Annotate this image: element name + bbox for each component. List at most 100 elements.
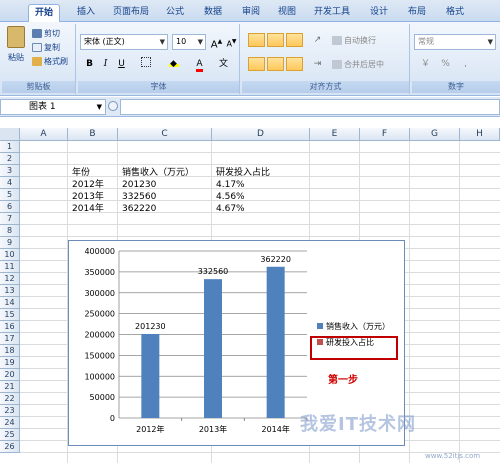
bar-3 xyxy=(266,266,285,418)
cell-d7[interactable]: 4.67% xyxy=(216,203,245,215)
row-header-10[interactable]: 10 xyxy=(0,249,20,261)
paste-button[interactable]: 粘贴 xyxy=(5,26,27,66)
tab-format[interactable]: 格式 xyxy=(440,4,470,22)
row-header-23[interactable]: 23 xyxy=(0,405,20,417)
row-header-24[interactable]: 24 xyxy=(0,417,20,429)
border-icon xyxy=(140,57,151,67)
row-header-5[interactable]: 5 xyxy=(0,189,20,201)
align-middle-button[interactable] xyxy=(267,33,284,47)
font-group-label: 字体 xyxy=(78,81,239,93)
formula-input[interactable] xyxy=(120,99,500,115)
ribbon: 粘贴 剪切 复制 格式刷 剪贴板 宋体 (正文) ▼ 10 ▼ A▲ A▼ B I … xyxy=(0,22,500,96)
row-header-18[interactable]: 18 xyxy=(0,345,20,357)
cell-b5[interactable]: 2012年 xyxy=(72,179,104,191)
tab-page-layout[interactable]: 页面布局 xyxy=(108,4,154,22)
row-header-14[interactable]: 14 xyxy=(0,297,20,309)
indent-icon: ⇥ xyxy=(313,59,322,69)
comma-button[interactable]: , xyxy=(458,57,473,72)
column-header-d[interactable]: D xyxy=(212,128,310,141)
cell-c6[interactable]: 332560 xyxy=(122,191,156,203)
row-header-19[interactable]: 19 xyxy=(0,357,20,369)
column-header-e[interactable]: E xyxy=(310,128,360,141)
row-header-12[interactable]: 12 xyxy=(0,273,20,285)
tab-view[interactable]: 视图 xyxy=(272,4,302,22)
copy-button[interactable]: 复制 xyxy=(32,42,60,53)
column-header-g[interactable]: G xyxy=(410,128,460,141)
row-header-15[interactable]: 15 xyxy=(0,309,20,321)
cell-c7[interactable]: 362220 xyxy=(122,203,156,215)
site-watermark: 我爱IT技术网 xyxy=(300,414,416,435)
tab-review[interactable]: 审阅 xyxy=(236,4,266,22)
row-header-16[interactable]: 16 xyxy=(0,321,20,333)
row-header-17[interactable]: 17 xyxy=(0,333,20,345)
align-left-button[interactable] xyxy=(248,57,265,71)
grow-font-button[interactable]: A▲ xyxy=(209,34,224,50)
select-all-corner[interactable] xyxy=(0,128,20,141)
row-header-7[interactable]: 7 xyxy=(0,213,20,225)
row-header-21[interactable]: 21 xyxy=(0,381,20,393)
row-header-11[interactable]: 11 xyxy=(0,261,20,273)
column-header-f[interactable]: F xyxy=(360,128,410,141)
row-header-25[interactable]: 25 xyxy=(0,429,20,441)
orientation-button[interactable]: ↗ xyxy=(310,33,325,48)
cell-d4[interactable]: 研发投入占比 xyxy=(216,167,270,179)
row-header-3[interactable]: 3 xyxy=(0,165,20,177)
tab-data[interactable]: 数据 xyxy=(198,4,228,22)
row-header-1[interactable]: 1 xyxy=(0,141,20,153)
align-top-button[interactable] xyxy=(248,33,265,47)
paste-icon xyxy=(7,26,25,48)
font-color-button[interactable]: A xyxy=(192,57,207,72)
name-box[interactable]: 图表 1 ▼ xyxy=(0,99,106,115)
fill-bucket-icon: ◆ xyxy=(168,59,179,69)
bold-button[interactable]: B xyxy=(82,57,97,72)
tab-insert[interactable]: 插入 xyxy=(70,4,102,22)
align-bottom-button[interactable] xyxy=(286,33,303,47)
tab-formulas[interactable]: 公式 xyxy=(160,4,190,22)
font-size-select[interactable]: 10 ▼ xyxy=(172,34,206,50)
column-header-b[interactable]: B xyxy=(68,128,118,141)
row-header-8[interactable]: 8 xyxy=(0,225,20,237)
borders-button[interactable] xyxy=(138,57,153,72)
number-format-select[interactable]: 常规 ▼ xyxy=(414,34,496,50)
tab-developer[interactable]: 开发工具 xyxy=(308,4,356,22)
percent-button[interactable]: % xyxy=(438,57,453,72)
align-center-button[interactable] xyxy=(267,57,284,71)
font-name-select[interactable]: 宋体 (正文) ▼ xyxy=(80,34,168,50)
indent-button[interactable]: ⇥ xyxy=(310,57,325,72)
column-header-a[interactable]: A xyxy=(20,128,68,141)
currency-button[interactable]: ￥ xyxy=(418,57,433,72)
cut-button[interactable]: 剪切 xyxy=(32,28,60,39)
row-header-20[interactable]: 20 xyxy=(0,369,20,381)
tab-design[interactable]: 设计 xyxy=(364,4,394,22)
bar-1 xyxy=(141,333,160,418)
cell-c5[interactable]: 201230 xyxy=(122,179,156,191)
row-header-22[interactable]: 22 xyxy=(0,393,20,405)
row-header-9[interactable]: 9 xyxy=(0,237,20,249)
row-header-2[interactable]: 2 xyxy=(0,153,20,165)
legend-swatch-1 xyxy=(317,323,323,329)
cell-b6[interactable]: 2013年 xyxy=(72,191,104,203)
cell-d6[interactable]: 4.56% xyxy=(216,191,245,203)
cell-b4[interactable]: 年份 xyxy=(72,167,90,179)
align-right-button[interactable] xyxy=(286,57,303,71)
row-header-26[interactable]: 26 xyxy=(0,441,20,453)
formula-expand-icon[interactable] xyxy=(108,101,118,111)
row-header-4[interactable]: 4 xyxy=(0,177,20,189)
cell-b7[interactable]: 2014年 xyxy=(72,203,104,215)
format-painter-button[interactable]: 格式刷 xyxy=(32,56,68,67)
row-header-13[interactable]: 13 xyxy=(0,285,20,297)
cell-c4[interactable]: 销售收入（万元） xyxy=(122,167,194,179)
merge-center-button[interactable]: 合并后居中 xyxy=(332,59,384,70)
phonetic-button[interactable]: 文 xyxy=(216,57,231,72)
wrap-text-button[interactable]: 自动换行 xyxy=(332,35,376,46)
tab-layout[interactable]: 布局 xyxy=(402,4,432,22)
row-header-6[interactable]: 6 xyxy=(0,201,20,213)
tab-home[interactable]: 开始 xyxy=(28,4,60,22)
shrink-font-button[interactable]: A▼ xyxy=(224,34,239,49)
underline-button[interactable]: U xyxy=(114,57,129,72)
italic-button[interactable]: I xyxy=(98,57,113,72)
column-header-h[interactable]: H xyxy=(460,128,500,141)
fill-color-button[interactable]: ◆ xyxy=(166,57,181,72)
cell-d5[interactable]: 4.17% xyxy=(216,179,245,191)
column-header-c[interactable]: C xyxy=(118,128,212,141)
